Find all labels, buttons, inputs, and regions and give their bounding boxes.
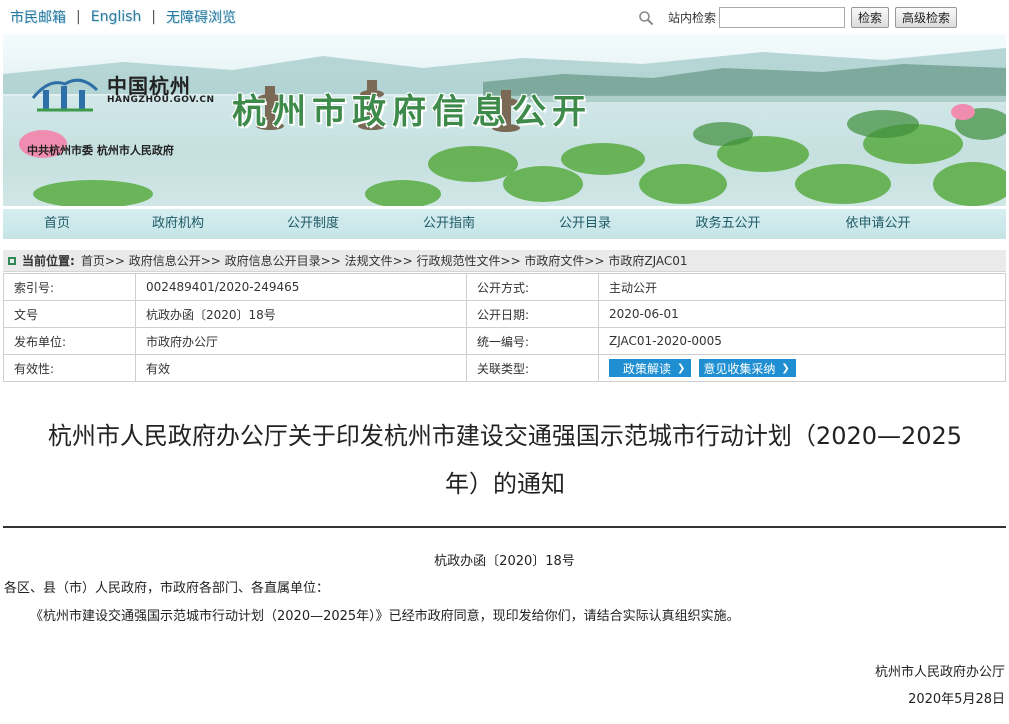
- search-input[interactable]: [718, 7, 845, 28]
- document-addressee: 各区、县（市）人民政府，市政府各部门、各直属单位：: [4, 581, 330, 596]
- breadcrumb-label: 当前位置:: [22, 254, 75, 268]
- issuer-label: 发布单位:: [3, 327, 136, 355]
- chevron-right-icon: ❯: [781, 362, 790, 374]
- method-label: 公开方式:: [466, 273, 599, 301]
- search-icon: [638, 10, 654, 26]
- top-utility-bar: 市民邮箱 | English | 无障碍浏览 站内检索 检索 高级检索: [0, 0, 1009, 34]
- feedback-adoption-button[interactable]: 意见收集采纳 ❯: [699, 359, 796, 377]
- logo-domain-text: HANGZHOU.GOV.CN: [107, 95, 215, 105]
- nav-item-disclosure-guide[interactable]: 公开指南: [381, 209, 517, 239]
- table-row: 索引号: 002489401/2020-249465 公开方式: 主动公开: [3, 273, 1006, 301]
- issuer-value: 市政府办公厅: [135, 327, 467, 355]
- policy-interpretation-button[interactable]: 政策解读 ❯: [609, 359, 692, 377]
- header-banner: 中国杭州 HANGZHOU.GOV.CN 中共杭州市委 杭州市人民政府 杭州市政…: [3, 34, 1006, 206]
- related-label: 关联类型:: [466, 354, 599, 382]
- nav-item-request-disclosure[interactable]: 依申请公开: [803, 209, 953, 239]
- logo-subtitle: 中共杭州市委 杭州市人民政府: [27, 144, 174, 157]
- docnum-label: 文号: [3, 300, 136, 328]
- nav-item-disclosure-system[interactable]: 公开制度: [245, 209, 381, 239]
- search-label: 站内检索: [667, 11, 716, 25]
- document-number: 杭政办函〔2020〕18号: [434, 554, 575, 569]
- index-value: 002489401/2020-249465: [135, 273, 467, 301]
- chevron-right-icon: ❯: [677, 362, 686, 374]
- nav-item-government-agencies[interactable]: 政府机构: [111, 209, 245, 239]
- site-title: 杭州市政府信息公开: [232, 92, 592, 132]
- method-value: 主动公开: [598, 273, 1006, 301]
- site-search: 站内检索 检索 高级检索: [638, 7, 957, 28]
- breadcrumb-path[interactable]: 首页>> 政府信息公开>> 政府信息公开目录>> 法规文件>> 行政规范性文件>…: [81, 252, 688, 269]
- table-row: 有效性: 有效 关联类型: 政策解读 ❯ 意见收集采纳 ❯: [3, 354, 1006, 382]
- advanced-search-button[interactable]: 高级检索: [894, 7, 957, 28]
- validity-value: 有效: [135, 354, 467, 382]
- nav-item-disclosure-catalog[interactable]: 公开目录: [517, 209, 653, 239]
- uid-value: ZJAC01-2020-0005: [598, 327, 1006, 355]
- document-info-table: 索引号: 002489401/2020-249465 公开方式: 主动公开 文号…: [3, 273, 1006, 382]
- nav-item-five-disclosures[interactable]: 政务五公开: [653, 209, 803, 239]
- policy-interpretation-label: 政策解读: [623, 361, 672, 376]
- title-divider: [3, 526, 1006, 528]
- date-value: 2020-06-01: [598, 300, 1006, 328]
- breadcrumb: 当前位置: 首页>> 政府信息公开>> 政府信息公开目录>> 法规文件>> 行政…: [3, 250, 1006, 272]
- feedback-adoption-label: 意见收集采纳: [703, 361, 776, 376]
- table-row: 发布单位: 市政府办公厅 统一编号: ZJAC01-2020-0005: [3, 327, 1006, 355]
- accessible-browse-link[interactable]: 无障碍浏览: [166, 7, 236, 27]
- document-signature: 杭州市人民政府办公厅: [874, 665, 1005, 680]
- separator: |: [76, 9, 81, 25]
- search-button[interactable]: 检索: [850, 7, 889, 28]
- date-label: 公开日期:: [466, 300, 599, 328]
- city-emblem-icon: [31, 78, 99, 112]
- related-buttons: 政策解读 ❯ 意见收集采纳 ❯: [598, 354, 1006, 382]
- main-nav: 首页 政府机构 公开制度 公开指南 公开目录 政务五公开 依申请公开: [3, 209, 1006, 239]
- document-body: 《杭州市建设交通强国示范城市行动计划（2020—2025年）》已经市政府同意，现…: [30, 609, 740, 624]
- validity-label: 有效性:: [3, 354, 136, 382]
- bullet-icon: [8, 256, 16, 265]
- separator: |: [151, 9, 156, 25]
- index-label: 索引号:: [3, 273, 136, 301]
- top-links: 市民邮箱 | English | 无障碍浏览: [10, 7, 236, 27]
- document-date: 2020年5月28日: [908, 692, 1005, 707]
- english-link[interactable]: English: [91, 9, 142, 25]
- table-row: 文号 杭政办函〔2020〕18号 公开日期: 2020-06-01: [3, 300, 1006, 328]
- document-title: 杭州市人民政府办公厅关于印发杭州市建设交通强国示范城市行动计划（2020—202…: [47, 422, 963, 498]
- citizen-mailbox-link[interactable]: 市民邮箱: [10, 7, 66, 27]
- uid-label: 统一编号:: [466, 327, 599, 355]
- docnum-value: 杭政办函〔2020〕18号: [135, 300, 467, 328]
- nav-item-home[interactable]: 首页: [3, 209, 111, 239]
